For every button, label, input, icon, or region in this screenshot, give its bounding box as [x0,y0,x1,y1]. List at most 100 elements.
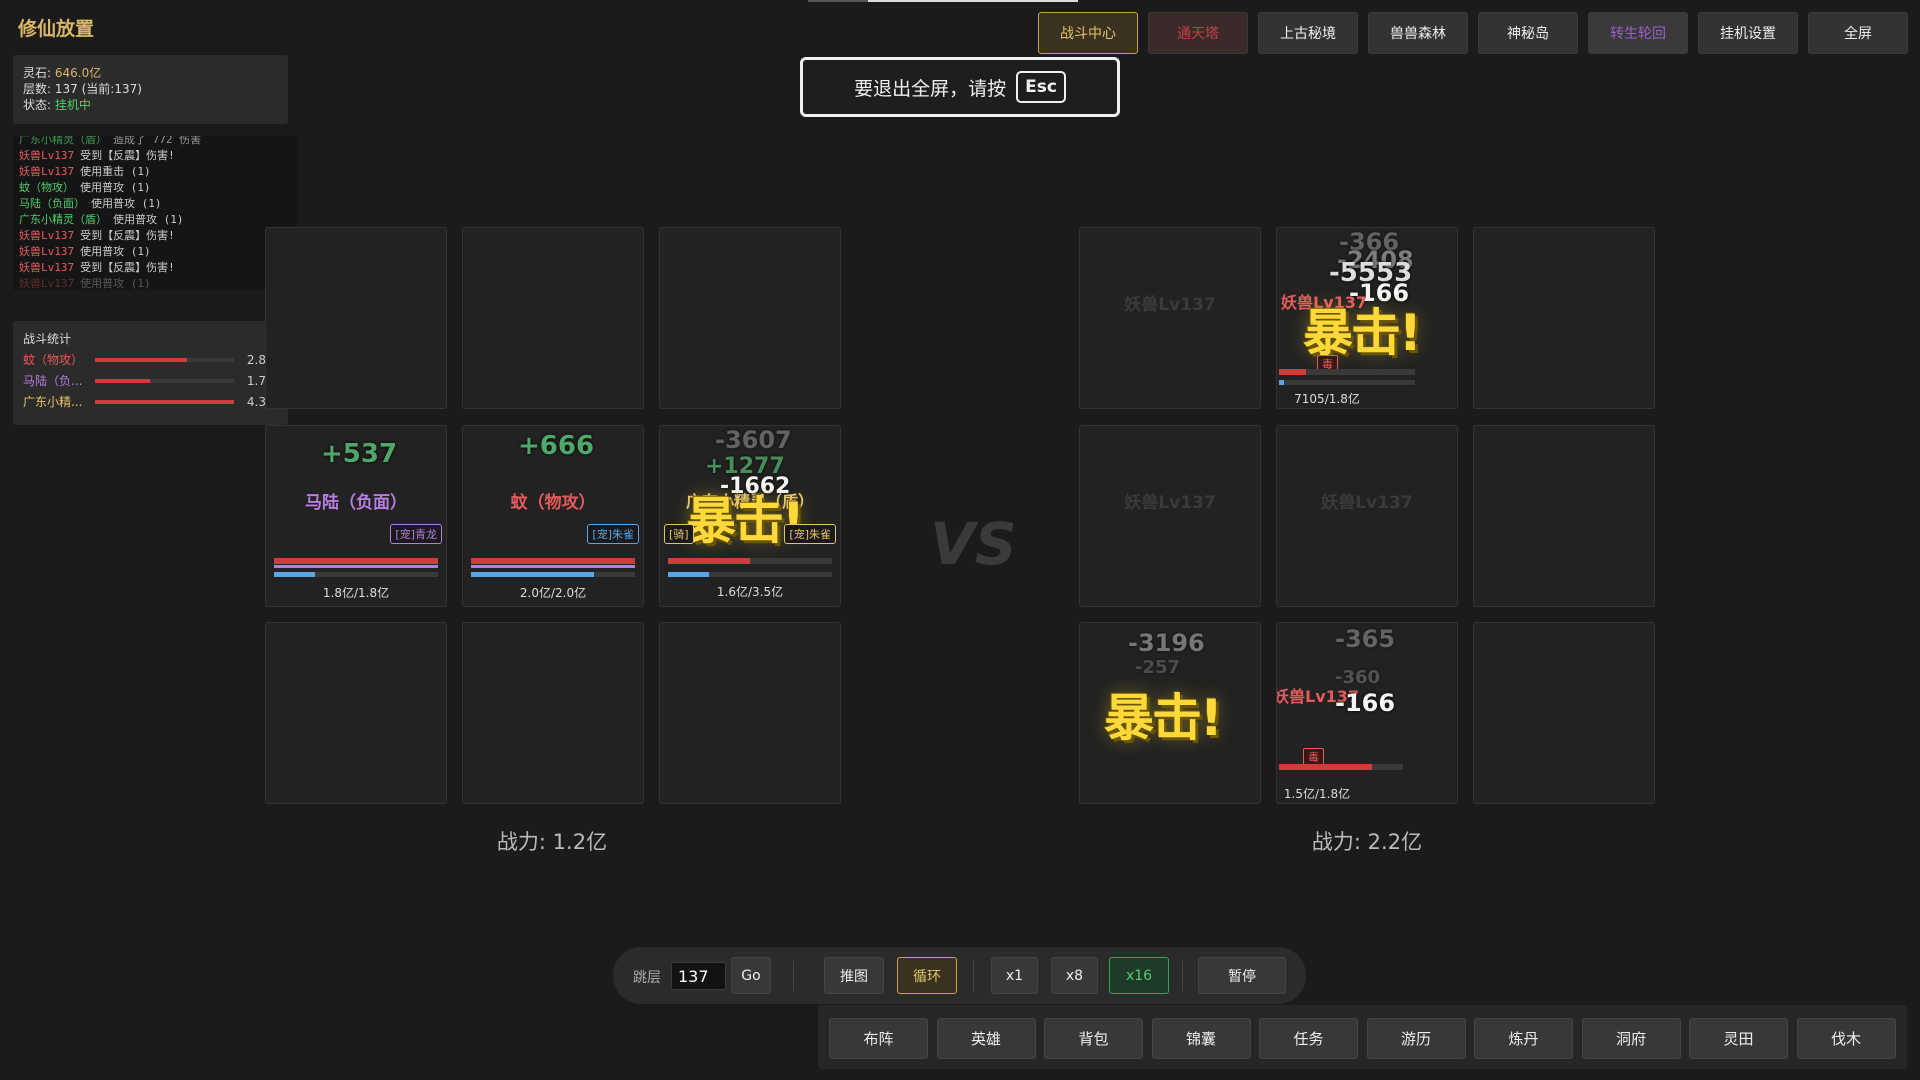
ally-slot-2[interactable] [462,227,644,409]
nav-tower[interactable]: 通天塔 [1148,12,1248,54]
log-line: 妖兽Lv137 使用普攻 (1) [19,277,151,290]
loop-button[interactable]: 循环 [897,957,957,994]
app-title: 修仙放置 [18,18,95,40]
pet-tag: [宠]朱雀 [587,524,639,544]
hp-text: 1.8亿/1.8亿 [322,586,390,600]
hp-text: 1.6亿/3.5亿 [716,585,784,599]
unit-name: 蚊（物攻） [510,493,596,513]
enemy-slot-6[interactable] [1473,425,1655,607]
ally-slot-7[interactable] [265,622,447,804]
bottom-nav-button[interactable]: 任务 [1259,1018,1358,1059]
log-line: 广东小精灵（盾） 使用普攻 (1) [19,213,184,226]
hp-bar [1279,369,1415,375]
enemy-slot-5[interactable]: 妖兽Lv137 [1276,425,1458,607]
ally-slot-guangdong[interactable]: -3607 +1277 广东小精灵（盾） -1662 暴击! [骑] [宠]朱雀… [659,425,841,607]
mp-bar [668,572,832,577]
ally-slot-3[interactable] [659,227,841,409]
nav-fullscreen[interactable]: 全屏 [1808,12,1908,54]
bottom-nav-button[interactable]: 游历 [1366,1018,1466,1059]
log-line: 妖兽Lv137 使用重击 (1) [19,165,151,178]
ally-slot-malu[interactable]: +537 马陆（负面） [宠]青龙 1.8亿/1.8亿 [265,425,447,607]
nav-mystery-island[interactable]: 神秘岛 [1478,12,1578,54]
bottom-nav: 布阵 英雄 背包 锦囊 任务 游历 炼丹 洞府 灵田 伐木 [818,1005,1907,1069]
bottom-nav-button[interactable]: 英雄 [936,1018,1036,1059]
nav-rebirth[interactable]: 转生轮回 [1588,12,1688,54]
bottom-nav-button[interactable]: 布阵 [829,1018,928,1059]
mp-bar [1279,380,1415,385]
nav-ancient-realm[interactable]: 上古秘境 [1258,12,1358,54]
log-line: 妖兽Lv137 受到【反震】伤害! [19,229,175,242]
speed-x16-button[interactable]: x16 [1109,957,1169,994]
enemy-name-faded: 妖兽Lv137 [1321,493,1413,513]
damage-number: -365 [1335,625,1396,653]
damage-number: -3196 [1128,629,1205,657]
ally-power: 战力: 1.2亿 [496,830,608,854]
ally-slot-8[interactable] [462,622,644,804]
shield-bar [471,565,635,568]
hp-bar [274,558,438,564]
bottom-nav-button[interactable]: 炼丹 [1474,1018,1573,1059]
spirit-stone-row: 灵石: 646.0亿 [23,66,102,80]
stat-name: 广东小精... [23,395,83,409]
stat-row: 蚊（物攻） 2.8亿 [23,349,278,370]
enemy-name-faded: 妖兽Lv137 [1124,493,1216,513]
log-line: 妖兽Lv137 受到【反震】伤害! [19,149,175,162]
nav-battle-center[interactable]: 战斗中心 [1038,12,1138,54]
hp-bar [668,558,832,564]
damage-number: -3607 [715,426,792,454]
vs-label: VS [930,510,1017,578]
bottom-nav-button[interactable]: 背包 [1044,1018,1143,1059]
exit-fullscreen-toast: 要退出全屏，请按 Esc [800,57,1120,117]
log-line: 广东小精灵（盾） 造成了 772 伤害 [19,136,202,146]
bottom-nav-button[interactable]: 灵田 [1689,1018,1788,1059]
bottom-nav-button[interactable]: 伐木 [1796,1018,1896,1059]
battle-stats-header[interactable]: 战斗统计 ▼ [23,327,278,349]
pet-tag: [宠]青龙 [390,524,442,544]
ally-slot-1[interactable] [265,227,447,409]
enemy-slot-3[interactable] [1473,227,1655,409]
bottom-nav-button[interactable]: 锦囊 [1151,1018,1251,1059]
enemy-power: 战力: 2.2亿 [1311,830,1423,854]
stat-bar [94,378,235,383]
enemy-slot-9[interactable] [1473,622,1655,804]
shield-bar [274,565,438,568]
floor-input[interactable] [671,962,726,990]
speed-x1-button[interactable]: x1 [991,957,1038,994]
heal-number: +666 [518,431,595,461]
unit-name: 马陆（负面） [305,493,407,513]
floor-row: 层数: 137 (当前:137) [23,82,142,96]
stat-bar [94,399,235,404]
enemy-slot-2[interactable]: -366 -2408 -5553 -166 妖兽Lv137 暴击! 毒 7105… [1276,227,1458,409]
hp-text: 7105/1.8亿 [1294,392,1360,406]
go-button[interactable]: Go [731,957,771,994]
resource-panel: 灵石: 646.0亿 层数: 137 (当前:137) 状态: 挂机中 [13,55,288,124]
damage-number: -257 [1135,657,1181,678]
push-map-button[interactable]: 推图 [824,957,884,994]
enemy-slot-4[interactable]: 妖兽Lv137 [1079,425,1261,607]
speed-x8-button[interactable]: x8 [1051,957,1098,994]
hp-bar [471,558,635,564]
hp-text: 2.0亿/2.0亿 [519,586,587,600]
nav-beast-forest[interactable]: 兽兽森林 [1368,12,1468,54]
esc-key-icon: Esc [1016,71,1066,103]
enemy-slot-7[interactable]: -3196 -257 暴击! [1079,622,1261,804]
enemy-name-faded: 妖兽Lv137 [1124,295,1216,315]
nav-idle-settings[interactable]: 挂机设置 [1698,12,1798,54]
jump-floor-label: 跳层 [633,970,661,986]
pause-button[interactable]: 暂停 [1198,957,1286,994]
ally-slot-wen[interactable]: +666 蚊（物攻） [宠]朱雀 2.0亿/2.0亿 [462,425,644,607]
battle-log[interactable]: 广东小精灵（盾） 造成了 772 伤害 妖兽Lv137 受到【反震】伤害! 妖兽Lv13… [13,136,297,290]
bottom-nav-button[interactable]: 洞府 [1581,1018,1681,1059]
enemy-slot-1[interactable]: 妖兽Lv137 [1079,227,1261,409]
mp-bar [274,572,438,577]
ally-slot-9[interactable] [659,622,841,804]
enemy-slot-8[interactable]: -365 -360 妖兽Lv137 -166 毒 1.5亿/1.8亿 [1276,622,1458,804]
stat-row: 马陆（负... 1.7亿 [23,370,278,391]
floor-value: 137 (当前:137) [54,82,142,96]
battle-stats-panel: 战斗统计 ▼ 蚊（物攻）2.8亿马陆（负...1.7亿广东小精...4.3亿 [13,321,288,425]
log-line: 妖兽Lv137 受到【反震】伤害! [19,261,175,274]
top-strip [808,0,1078,2]
hp-bar [1279,764,1403,770]
log-line: 妖兽Lv137 使用普攻 (1) [19,245,151,258]
control-bar: 跳层 Go 推图 循环 x1 x8 x16 暂停 [613,947,1306,1004]
